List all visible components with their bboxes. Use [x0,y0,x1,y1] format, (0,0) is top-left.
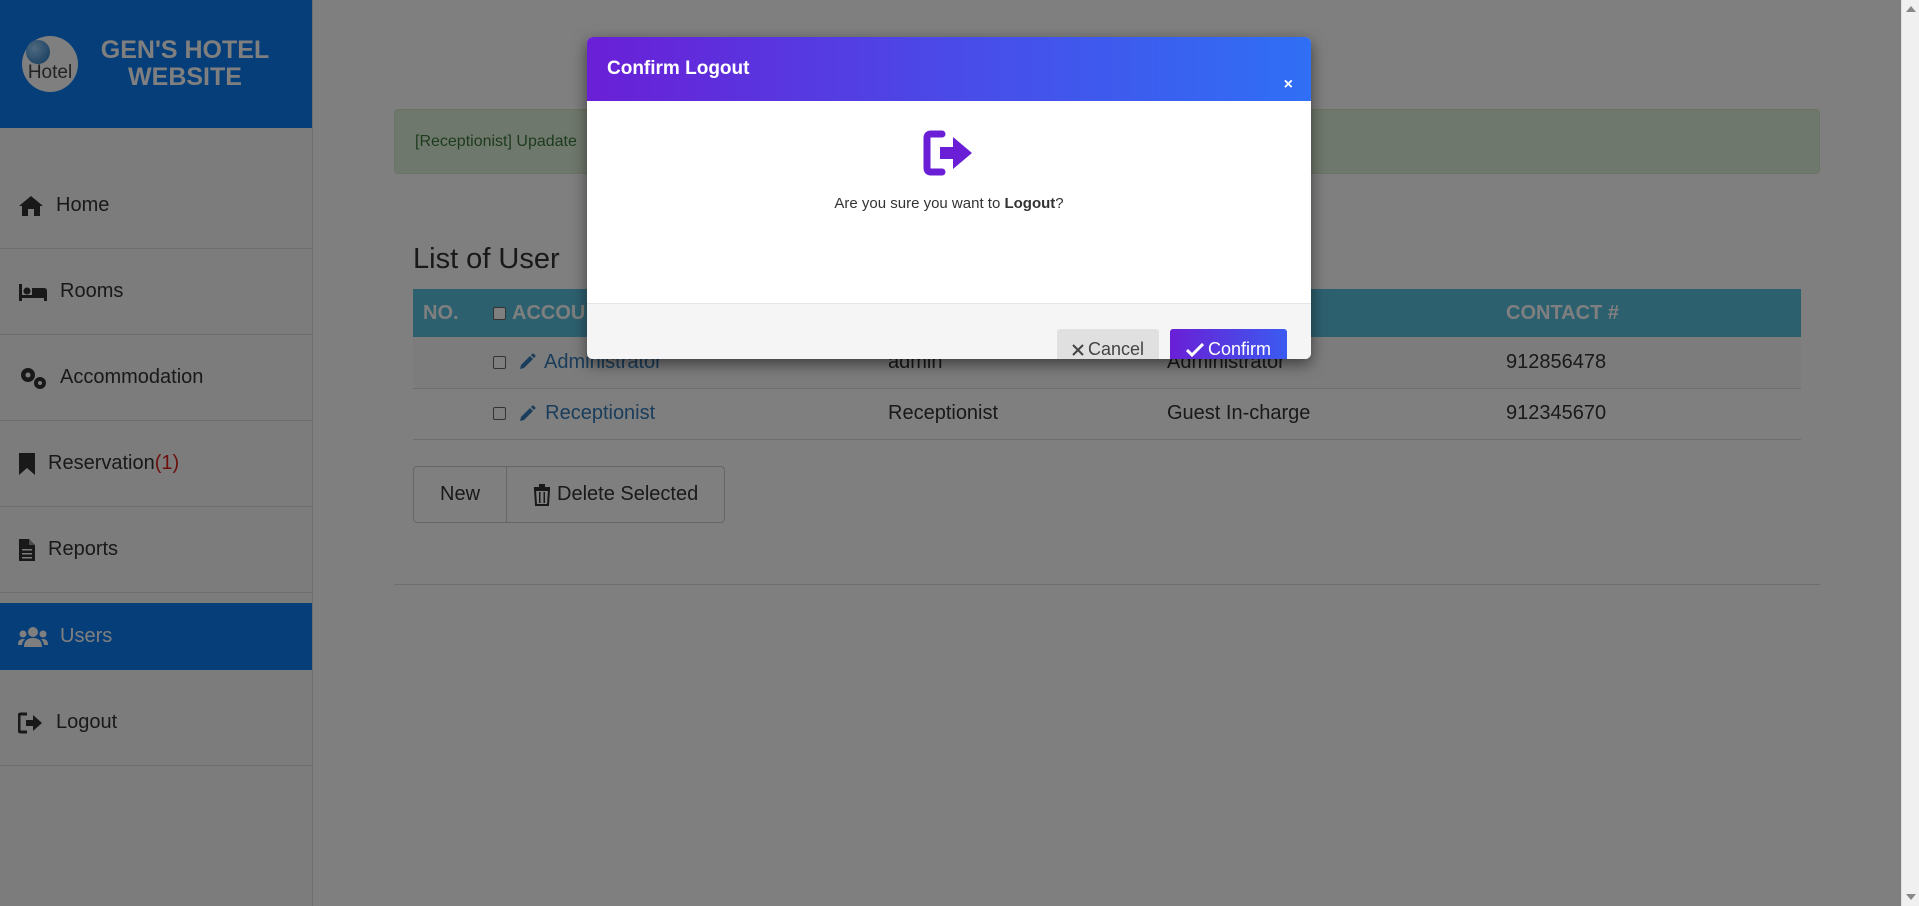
scroll-up-icon[interactable] [1906,6,1916,12]
confirm-button[interactable]: Confirm [1170,329,1287,359]
scroll-down-icon[interactable] [1906,894,1916,900]
close-icon[interactable]: × [1284,77,1293,93]
dialog-message: Are you sure you want to Logout? [834,195,1064,212]
dialog-title: Confirm Logout [607,58,750,79]
dialog-header: Confirm Logout × [587,37,1311,101]
cancel-label: Cancel [1087,339,1145,359]
cancel-button[interactable]: Cancel [1057,329,1159,359]
dialog-body: Are you sure you want to Logout? [587,101,1311,304]
confirm-logout-dialog: Confirm Logout × Are you sure you want t… [587,37,1311,359]
vertical-scrollbar[interactable] [1901,0,1919,906]
dialog-footer: Cancel Confirm [587,304,1311,359]
logo-text: Hotel [27,62,73,83]
sign-out-icon [923,130,972,176]
check-icon [1185,342,1204,357]
close-icon [1072,343,1084,356]
confirm-label: Confirm [1207,339,1271,359]
